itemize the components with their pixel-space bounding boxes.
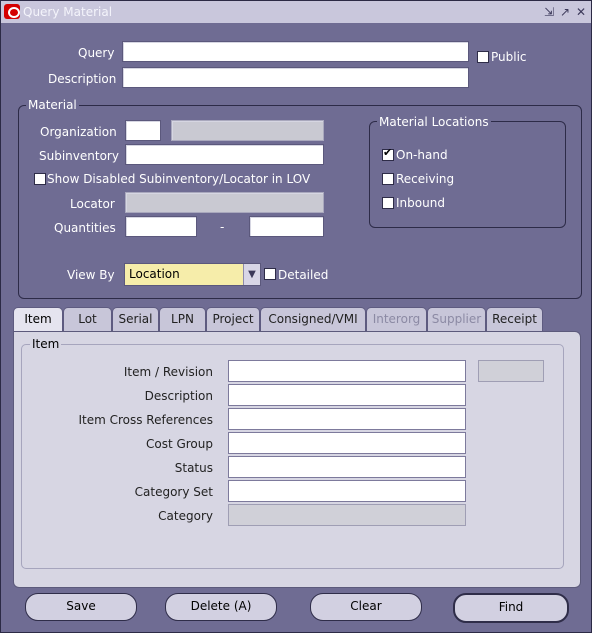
- revision-field: [478, 360, 544, 382]
- oracle-logo-icon: [4, 4, 20, 19]
- tab-serial[interactable]: Serial: [112, 307, 159, 331]
- tab-item[interactable]: Item: [13, 307, 63, 334]
- tab-project[interactable]: Project: [206, 307, 260, 331]
- show-disabled-checkbox[interactable]: [34, 173, 46, 185]
- receiving-checkbox[interactable]: [382, 173, 394, 185]
- delete-button[interactable]: Delete (A): [165, 593, 277, 621]
- detailed-checkbox[interactable]: [264, 268, 276, 280]
- status-label: Status: [174, 461, 213, 475]
- quantity-from-input[interactable]: [125, 216, 197, 237]
- public-checkbox[interactable]: [477, 51, 489, 63]
- public-label: Public: [491, 50, 527, 64]
- detailed-label: Detailed: [278, 268, 329, 282]
- quantities-label: Quantities: [54, 221, 116, 235]
- tab-supplier: Supplier: [427, 307, 486, 331]
- view-by-select[interactable]: Location ▼: [124, 263, 261, 286]
- query-input[interactable]: [122, 41, 469, 62]
- view-by-value: Location: [129, 267, 180, 281]
- cost-group-label: Cost Group: [145, 437, 213, 451]
- tab-interorg: Interorg: [366, 307, 427, 331]
- quantities-separator: -: [220, 220, 225, 234]
- locator-label: Locator: [70, 197, 115, 211]
- subinventory-input[interactable]: [125, 144, 324, 165]
- close-icon[interactable]: ✕: [576, 5, 586, 19]
- checkmark-icon: ✔: [383, 146, 393, 159]
- item-tab-panel: Item Item / Revision Description Item Cr…: [13, 331, 581, 588]
- description-label: Description: [48, 72, 117, 86]
- tab-strip: Item Lot Serial LPN Project Consigned/VM…: [13, 307, 579, 334]
- item-cross-references-label: Item Cross References: [78, 413, 213, 427]
- save-button[interactable]: Save: [25, 593, 137, 621]
- find-button[interactable]: Find: [453, 593, 569, 623]
- organization-label: Organization: [40, 125, 117, 139]
- show-disabled-label: Show Disabled Subinventory/Locator in LO…: [47, 172, 311, 186]
- view-by-label: View By: [67, 268, 115, 282]
- organization-input[interactable]: [125, 120, 161, 141]
- minimize-icon[interactable]: ⇲: [544, 5, 554, 19]
- chevron-down-icon[interactable]: ▼: [243, 264, 260, 285]
- maximize-icon[interactable]: ↗: [560, 5, 570, 19]
- item-description-input[interactable]: [228, 384, 466, 406]
- item-cross-references-input[interactable]: [228, 408, 466, 430]
- item-description-label: Description: [144, 389, 213, 403]
- category-label: Category: [158, 509, 213, 523]
- locator-field: [125, 192, 324, 213]
- category-set-input[interactable]: [228, 480, 466, 502]
- title-bar: Query Material ⇲ ↗ ✕: [1, 1, 591, 23]
- material-locations-legend: Material Locations: [377, 115, 491, 129]
- tab-lot[interactable]: Lot: [63, 307, 112, 331]
- clear-button[interactable]: Clear: [310, 593, 422, 621]
- item-revision-input[interactable]: [228, 360, 466, 382]
- item-group-legend: Item: [30, 337, 62, 351]
- query-label: Query: [78, 46, 115, 60]
- window-title: Query Material: [23, 5, 113, 19]
- receiving-label: Receiving: [396, 172, 455, 186]
- item-revision-label: Item / Revision: [123, 365, 213, 379]
- tab-consigned-vmi[interactable]: Consigned/VMI: [260, 307, 366, 331]
- quantity-to-input[interactable]: [249, 216, 324, 237]
- query-material-window: Query Material ⇲ ↗ ✕ Query Public Descri…: [0, 0, 592, 633]
- onhand-label: On-hand: [396, 148, 448, 162]
- status-input[interactable]: [228, 456, 466, 478]
- tab-receipt[interactable]: Receipt: [486, 307, 543, 331]
- cost-group-input[interactable]: [228, 432, 466, 454]
- organization-name-field: [171, 120, 324, 141]
- category-field: [228, 504, 466, 526]
- query-description-input[interactable]: [122, 67, 469, 88]
- subinventory-label: Subinventory: [39, 149, 119, 163]
- inbound-label: Inbound: [396, 196, 445, 210]
- inbound-checkbox[interactable]: [382, 197, 394, 209]
- category-set-label: Category Set: [134, 485, 213, 499]
- tab-lpn[interactable]: LPN: [159, 307, 206, 331]
- material-legend: Material: [26, 98, 79, 112]
